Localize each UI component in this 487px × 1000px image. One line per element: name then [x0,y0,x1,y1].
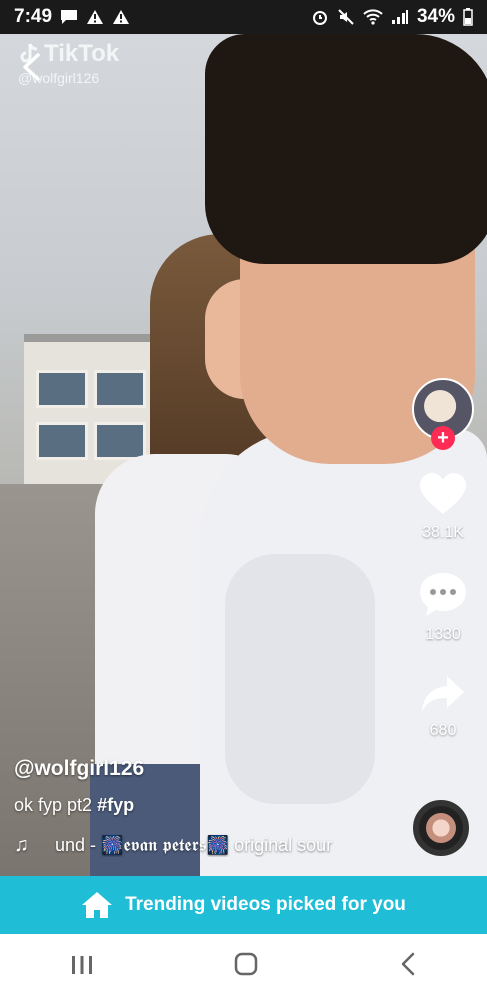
share-icon [422,676,464,712]
recents-button[interactable] [70,952,94,983]
signal-icon [391,10,408,24]
music-disc-cover [426,813,456,843]
trending-banner-label: Trending videos picked for you [125,894,406,915]
message-icon [61,10,78,24]
caption-hashtag[interactable]: #fyp [97,795,134,815]
system-nav-bar [0,934,487,1000]
back-icon [23,53,40,81]
warning-icon [87,10,104,24]
battery-percent: 34% [416,6,455,27]
mute-icon [338,9,354,25]
video-caption: @wolfgirl126 ok fyp pt2 #fyp ♫ und - 🎆𝖊𝖛… [14,757,394,857]
watermark-logo-text: TikTok [44,40,120,67]
like-action[interactable]: 38.1K [418,472,468,542]
creator-avatar[interactable]: + [412,378,474,450]
home-nav-icon [235,952,258,975]
music-disc[interactable] [413,800,469,856]
back-nav-button[interactable] [399,951,417,984]
caption-description: ok fyp pt2 #fyp [14,795,394,816]
battery-icon [463,8,473,26]
person-right-hair [205,34,487,264]
music-ticker[interactable]: ♫ und - 🎆𝖊𝖛𝖆𝖓 𝖕𝖊𝖙𝖊𝖗𝖘🎆 original sour [14,834,394,857]
caption-text: ok fyp pt2 [14,795,93,815]
caption-username[interactable]: @wolfgirl126 [14,757,394,781]
comment-count: 1330 [425,626,461,643]
warning-icon-2 [113,10,130,24]
comment-icon [420,573,466,616]
music-title: und - 🎆𝖊𝖛𝖆𝖓 𝖕𝖊𝖙𝖊𝖗𝖘🎆 original sour [55,835,333,855]
recents-icon [71,955,92,974]
share-count: 680 [429,722,457,739]
trending-banner[interactable]: Trending videos picked for you [0,876,487,934]
back-button[interactable] [20,52,42,91]
status-bar: 7:49 34% [0,0,487,34]
comment-action[interactable]: 1330 [418,570,468,644]
music-note-icon: ♫ [14,834,29,856]
wifi-icon [363,9,383,25]
home-nav-button[interactable] [233,951,259,984]
alarm-icon [312,11,327,25]
home-icon [82,892,113,918]
side-actions: + 38.1K 1330 680 [411,378,475,740]
back-nav-icon [401,952,415,975]
follow-button[interactable]: + [431,426,455,450]
like-count: 38.1K [422,524,464,541]
share-action[interactable]: 680 [420,674,466,740]
heart-icon [420,473,466,514]
status-time: 7:49 [14,6,53,27]
